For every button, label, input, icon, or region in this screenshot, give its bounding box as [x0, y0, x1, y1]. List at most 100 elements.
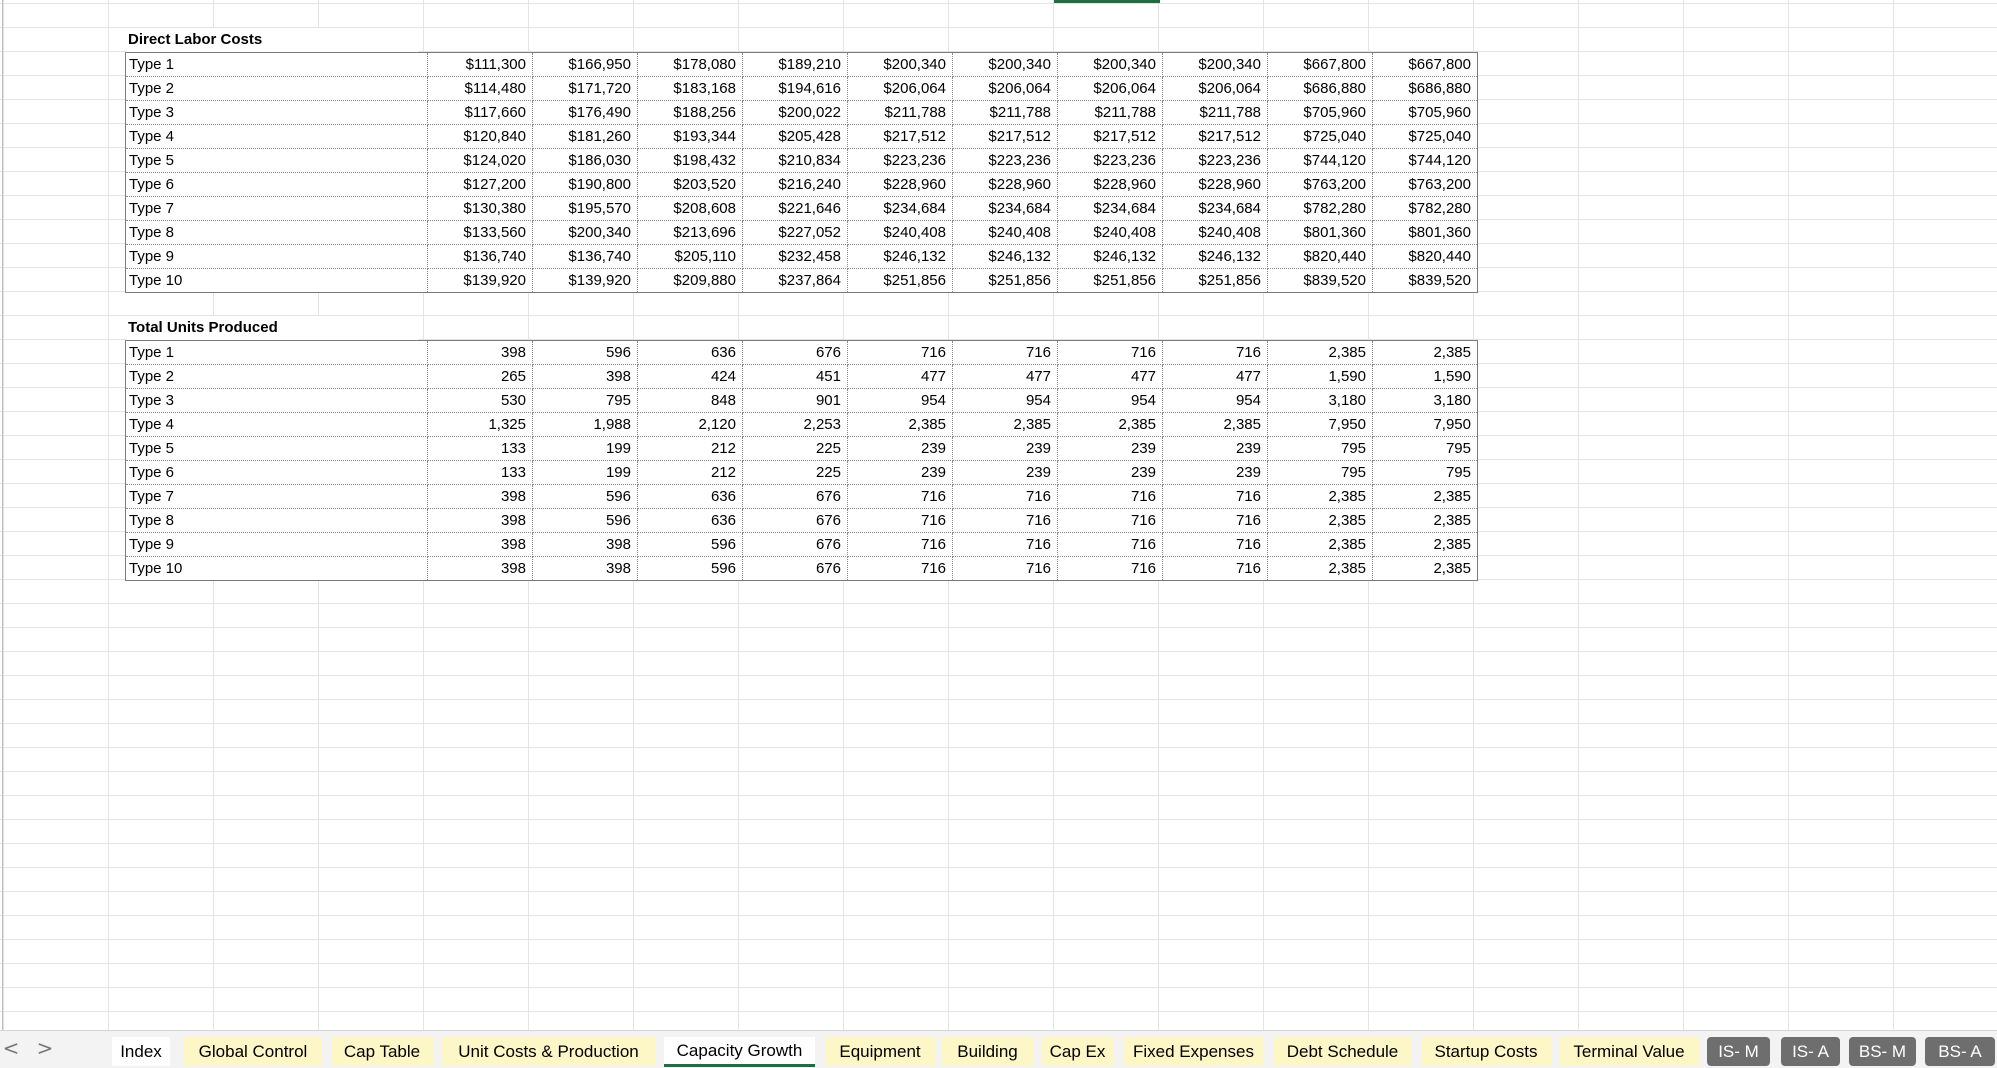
value-cell[interactable]: $189,210 — [742, 52, 848, 77]
value-cell[interactable]: 596 — [637, 532, 743, 557]
value-cell[interactable]: $206,064 — [1057, 76, 1163, 101]
value-cell[interactable]: $667,800 — [1267, 52, 1373, 77]
value-cell[interactable]: $200,340 — [532, 220, 638, 245]
value-cell[interactable]: 676 — [742, 532, 848, 557]
sheet-tab-capacity-growth[interactable]: Capacity Growth — [664, 1037, 815, 1067]
value-cell[interactable]: 477 — [1162, 364, 1268, 389]
value-cell[interactable]: 239 — [847, 436, 953, 461]
value-cell[interactable]: 239 — [1162, 436, 1268, 461]
value-cell[interactable]: 477 — [1057, 364, 1163, 389]
value-cell[interactable]: 3,180 — [1372, 388, 1478, 413]
row-label-cell[interactable]: Type 9 — [125, 532, 428, 557]
value-cell[interactable]: $211,788 — [1057, 100, 1163, 125]
value-cell[interactable]: 716 — [1057, 340, 1163, 365]
value-cell[interactable]: 212 — [637, 436, 743, 461]
value-cell[interactable]: 716 — [1162, 532, 1268, 557]
row-label-cell[interactable]: Type 10 — [125, 556, 428, 581]
value-cell[interactable]: $217,512 — [1057, 124, 1163, 149]
value-cell[interactable]: $240,408 — [952, 220, 1058, 245]
value-cell[interactable]: 2,385 — [1267, 508, 1373, 533]
value-cell[interactable]: 133 — [427, 460, 533, 485]
value-cell[interactable]: $139,920 — [532, 268, 638, 293]
value-cell[interactable]: 265 — [427, 364, 533, 389]
value-cell[interactable]: $124,020 — [427, 148, 533, 173]
row-label-cell[interactable]: Type 8 — [125, 220, 428, 245]
value-cell[interactable]: 477 — [952, 364, 1058, 389]
sheet-tab-bs-m[interactable]: BS- M — [1849, 1037, 1916, 1066]
value-cell[interactable]: 477 — [847, 364, 953, 389]
value-cell[interactable]: $251,856 — [1162, 268, 1268, 293]
value-cell[interactable]: 2,385 — [1372, 340, 1478, 365]
value-cell[interactable]: 424 — [637, 364, 743, 389]
value-cell[interactable]: 954 — [847, 388, 953, 413]
value-cell[interactable]: 795 — [1267, 436, 1373, 461]
sheet-tab-is-a[interactable]: IS- A — [1781, 1037, 1840, 1066]
value-cell[interactable]: $240,408 — [1057, 220, 1163, 245]
spreadsheet-grid[interactable]: Direct Labor Costs Type 1 $111,300 $166,95… — [0, 0, 1997, 1030]
value-cell[interactable]: $205,110 — [637, 244, 743, 269]
sheet-tab-terminal-value[interactable]: Terminal Value — [1559, 1037, 1699, 1066]
value-cell[interactable]: 716 — [847, 484, 953, 509]
value-cell[interactable]: $228,960 — [952, 172, 1058, 197]
value-cell[interactable]: $133,560 — [427, 220, 533, 245]
value-cell[interactable]: $246,132 — [1057, 244, 1163, 269]
value-cell[interactable]: 676 — [742, 508, 848, 533]
value-cell[interactable]: $194,616 — [742, 76, 848, 101]
value-cell[interactable]: 716 — [1057, 484, 1163, 509]
value-cell[interactable]: 2,253 — [742, 412, 848, 437]
value-cell[interactable]: $208,608 — [637, 196, 743, 221]
value-cell[interactable]: $211,788 — [952, 100, 1058, 125]
value-cell[interactable]: 2,385 — [1267, 484, 1373, 509]
value-cell[interactable]: $209,880 — [637, 268, 743, 293]
value-cell[interactable]: 1,590 — [1372, 364, 1478, 389]
sheet-tab-cap-ex[interactable]: Cap Ex — [1042, 1037, 1113, 1066]
value-cell[interactable]: 2,385 — [1162, 412, 1268, 437]
row-label-cell[interactable]: Type 8 — [125, 508, 428, 533]
sheet-tab-cap-table[interactable]: Cap Table — [331, 1037, 433, 1066]
value-cell[interactable]: 239 — [952, 436, 1058, 461]
value-cell[interactable]: $240,408 — [847, 220, 953, 245]
value-cell[interactable]: 239 — [1162, 460, 1268, 485]
value-cell[interactable]: 398 — [427, 532, 533, 557]
value-cell[interactable]: 2,385 — [1372, 508, 1478, 533]
value-cell[interactable]: $188,256 — [637, 100, 743, 125]
sheet-tab-equipment[interactable]: Equipment — [825, 1037, 935, 1066]
value-cell[interactable]: 716 — [1162, 508, 1268, 533]
value-cell[interactable]: 716 — [1057, 508, 1163, 533]
value-cell[interactable]: 716 — [1162, 340, 1268, 365]
value-cell[interactable]: 7,950 — [1267, 412, 1373, 437]
row-label-cell[interactable]: Type 7 — [125, 196, 428, 221]
value-cell[interactable]: 2,120 — [637, 412, 743, 437]
value-cell[interactable]: 676 — [742, 340, 848, 365]
sheet-tab-bs-a[interactable]: BS- A — [1925, 1037, 1995, 1066]
value-cell[interactable]: 239 — [1057, 436, 1163, 461]
row-label-cell[interactable]: Type 5 — [125, 148, 428, 173]
value-cell[interactable]: 716 — [847, 508, 953, 533]
sheet-tab-is-m[interactable]: IS- M — [1707, 1037, 1770, 1066]
value-cell[interactable]: $227,052 — [742, 220, 848, 245]
value-cell[interactable]: 716 — [952, 508, 1058, 533]
value-cell[interactable]: $210,834 — [742, 148, 848, 173]
value-cell[interactable]: $820,440 — [1372, 244, 1478, 269]
value-cell[interactable]: $251,856 — [952, 268, 1058, 293]
value-cell[interactable]: $234,684 — [1162, 196, 1268, 221]
value-cell[interactable]: 398 — [427, 484, 533, 509]
value-cell[interactable]: $232,458 — [742, 244, 848, 269]
value-cell[interactable]: $246,132 — [952, 244, 1058, 269]
value-cell[interactable]: $206,064 — [847, 76, 953, 101]
value-cell[interactable]: $237,864 — [742, 268, 848, 293]
value-cell[interactable]: $686,880 — [1372, 76, 1478, 101]
row-label-cell[interactable]: Type 3 — [125, 100, 428, 125]
value-cell[interactable]: $228,960 — [1162, 172, 1268, 197]
value-cell[interactable]: 7,950 — [1372, 412, 1478, 437]
value-cell[interactable]: $217,512 — [952, 124, 1058, 149]
value-cell[interactable]: $782,280 — [1372, 196, 1478, 221]
value-cell[interactable]: $200,340 — [952, 52, 1058, 77]
value-cell[interactable]: 596 — [532, 340, 638, 365]
value-cell[interactable]: $171,720 — [532, 76, 638, 101]
value-cell[interactable]: 2,385 — [1057, 412, 1163, 437]
value-cell[interactable]: $246,132 — [1162, 244, 1268, 269]
row-label-cell[interactable]: Type 9 — [125, 244, 428, 269]
value-cell[interactable]: $223,236 — [952, 148, 1058, 173]
value-cell[interactable]: 716 — [847, 532, 953, 557]
